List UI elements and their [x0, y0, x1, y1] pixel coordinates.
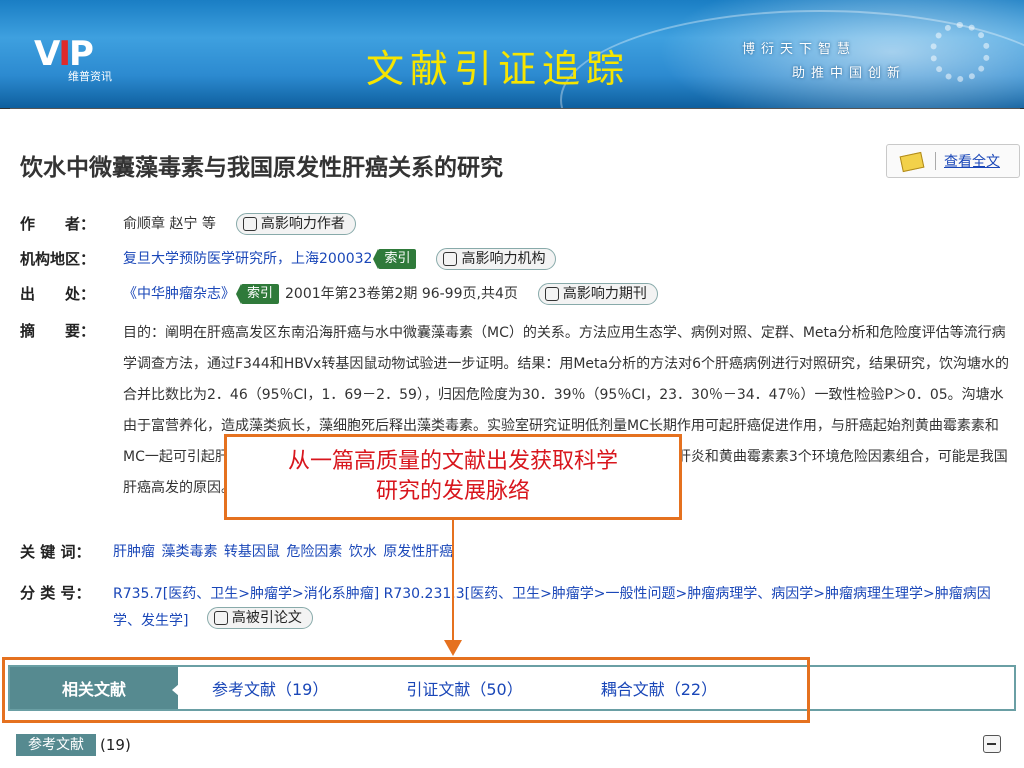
article-title: 饮水中微囊藻毒素与我国原发性肝癌关系的研究: [20, 154, 503, 181]
keywords-row: 关 键 词： 肝肿瘤 藻类毒素 转基因鼠 危险因素 饮水 原发性肝癌: [20, 541, 920, 565]
source-detail: 2001年第23卷第2期 96-99页,共4页: [285, 286, 518, 302]
home-icon: [443, 252, 458, 266]
institution-label: 机构地区：: [20, 250, 96, 268]
keywords-label: 关 键 词：: [20, 543, 91, 561]
slogan-line-2: 助推中国创新: [792, 66, 907, 81]
source-row: 出 处： 《中华肿瘤杂志》 索引 2001年第23卷第2期 96-99页,共4页…: [20, 283, 820, 307]
paper-icon: [213, 611, 228, 625]
vip-logo[interactable]: VIP 维普资讯: [34, 34, 134, 84]
classification-label: 分 类 号：: [20, 584, 91, 602]
high-impact-journal-button[interactable]: 高影响力期刊: [537, 283, 658, 305]
high-impact-institution-label: 高影响力机构: [461, 251, 546, 267]
collapse-icon[interactable]: [983, 735, 1001, 753]
person-icon: [242, 217, 257, 231]
tab-related[interactable]: 相关文献: [10, 667, 179, 709]
high-impact-author-label: 高影响力作者: [260, 216, 345, 232]
high-impact-author-button[interactable]: 高影响力作者: [235, 213, 356, 235]
highly-cited-label: 高被引论文: [231, 609, 302, 626]
annotation-callout: 从一篇高质量的文献出发获取科学 研究的发展脉络: [224, 434, 682, 520]
institution-row: 机构地区： 复旦大学预防医学研究所，上海200032 索引 高影响力机构: [20, 248, 820, 272]
callout-line-1: 从一篇高质量的文献出发获取科学: [287, 449, 618, 474]
highly-cited-button[interactable]: 高被引论文: [206, 607, 313, 629]
source-value-wrap: 《中华肿瘤杂志》 索引 2001年第23卷第2期 96-99页,共4页 高影响力…: [123, 283, 658, 305]
abstract-row: 摘 要：: [20, 320, 120, 344]
banner-divider: [0, 108, 1024, 118]
classification-row: 分 类 号： R735.7[医药、卫生>肿瘤学>消化系肿瘤] R730.231.…: [20, 582, 1020, 632]
callout-line-2: 研究的发展脉络: [375, 479, 530, 504]
view-fulltext-label[interactable]: 查看全文: [944, 151, 1000, 171]
callout-arrow-line: [452, 520, 454, 642]
view-fulltext-button[interactable]: 查看全文: [886, 144, 1020, 178]
tab-coupled[interactable]: 耦合文献（22）: [601, 667, 717, 709]
references-tag: 参考文献: [16, 734, 96, 756]
journal-index-tag[interactable]: 索引: [235, 284, 280, 304]
tab-references[interactable]: 参考文献（19）: [212, 667, 328, 709]
high-impact-journal-label: 高影响力期刊: [562, 286, 647, 302]
references-section-header: 参考文献 (19): [16, 734, 131, 756]
journal-link[interactable]: 《中华肿瘤杂志》: [123, 283, 235, 305]
abstract-label: 摘 要：: [20, 322, 96, 340]
authors-label: 作 者：: [20, 215, 96, 233]
authors-value-wrap: 俞顺章 赵宁 等 高影响力作者: [123, 213, 356, 235]
divider: [935, 152, 936, 170]
logo-subtitle: 维普资讯: [68, 70, 112, 83]
institution-link[interactable]: 复旦大学预防医学研究所，上海200032: [123, 248, 372, 270]
institution-index-tag[interactable]: 索引: [373, 249, 417, 269]
gear-decoration-icon: [930, 22, 990, 82]
classification-value: R735.7[医药、卫生>肿瘤学>消化系肿瘤] R730.231.3[医药、卫生…: [113, 582, 1013, 634]
tab-citations[interactable]: 引证文献（50）: [406, 667, 522, 709]
high-impact-institution-button[interactable]: 高影响力机构: [436, 248, 557, 270]
document-icon: [899, 151, 923, 171]
callout-arrow-head-icon: [444, 640, 462, 656]
references-count: (19): [100, 736, 131, 754]
banner-title: 文献引证追踪: [366, 47, 631, 91]
journal-icon: [544, 287, 559, 301]
slogan-line-1: 博衍天下智慧: [742, 42, 857, 57]
source-label: 出 处：: [20, 285, 96, 303]
authors-value[interactable]: 俞顺章 赵宁 等: [123, 213, 216, 235]
header-banner: VIP 维普资讯 文献引证追踪 博衍天下智慧 助推中国创新: [0, 0, 1024, 108]
keywords-value[interactable]: 肝肿瘤 藻类毒素 转基因鼠 危险因素 饮水 原发性肝癌: [113, 541, 453, 563]
institution-value-wrap: 复旦大学预防医学研究所，上海200032 索引 高影响力机构: [123, 248, 557, 270]
literature-tabs: 相关文献 参考文献（19） 引证文献（50） 耦合文献（22）: [8, 665, 1016, 711]
authors-row: 作 者： 俞顺章 赵宁 等 高影响力作者: [20, 213, 720, 237]
